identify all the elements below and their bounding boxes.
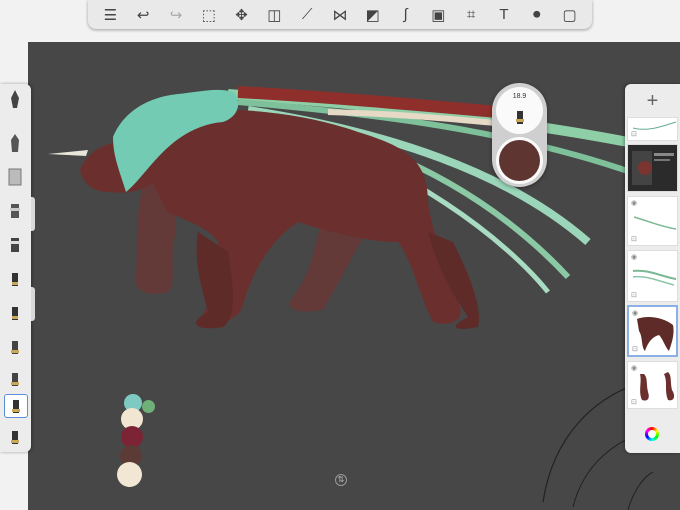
brush-smudge-icon[interactable] — [4, 426, 26, 448]
fill-icon[interactable]: ◫ — [263, 4, 285, 26]
lock-icon[interactable]: ⊡ — [632, 345, 638, 353]
text-icon[interactable]: T — [493, 4, 515, 26]
brush-airbrush-icon[interactable] — [4, 200, 26, 222]
layer-thumb[interactable] — [627, 144, 678, 192]
symmetry-icon[interactable]: ⋈ — [329, 4, 351, 26]
transform-icon[interactable]: ✥ — [231, 4, 253, 26]
brush-palette — [0, 84, 31, 452]
brush-marker-icon[interactable] — [4, 234, 26, 256]
fullscreen-icon[interactable]: ▢ — [559, 4, 581, 26]
undo-icon[interactable]: ↩ — [132, 4, 154, 26]
record-icon[interactable]: ⏺ — [526, 4, 548, 26]
lock-icon[interactable]: ⊡ — [631, 235, 637, 243]
visibility-icon[interactable]: ◉ — [631, 199, 637, 207]
recent-color-swatch[interactable] — [117, 462, 142, 487]
lock-icon[interactable]: ⊡ — [631, 398, 637, 406]
visibility-icon[interactable]: ◉ — [632, 309, 638, 317]
image-icon[interactable]: ▣ — [427, 4, 449, 26]
brush-color-control[interactable] — [496, 137, 543, 184]
brush-watercolor-icon[interactable] — [4, 368, 26, 390]
brush-puck[interactable]: 18.9 — [492, 83, 547, 187]
brush-palette-handle[interactable] — [31, 287, 35, 321]
top-toolbar: ☰ ↩ ↪ ⬚ ✥ ◫ ⟋ ⋈ ◩ ∫ ▣ ⌗ T ⏺ ▢ — [88, 0, 592, 29]
shapes-icon[interactable]: ◩ — [362, 4, 384, 26]
lock-icon[interactable]: ⊡ — [631, 130, 637, 138]
brush-palette-handle[interactable] — [31, 197, 35, 231]
layer-thumb[interactable]: ⊡ — [627, 117, 678, 141]
redo-icon[interactable]: ↪ — [165, 4, 187, 26]
color-wheel-icon[interactable] — [645, 427, 659, 441]
brush-paint-icon[interactable] — [4, 268, 26, 290]
layer-thumb-selected[interactable]: ◉ ⊡ — [627, 305, 678, 357]
current-brush-icon — [516, 111, 524, 124]
brush-selected-icon[interactable] — [4, 394, 28, 418]
ruler-icon[interactable]: ⟋ — [296, 4, 318, 26]
brush-chalk-icon[interactable] — [4, 336, 26, 358]
layer-thumb[interactable]: ◉ ⊡ — [627, 250, 678, 302]
brush-size-control[interactable]: 18.9 — [496, 87, 543, 134]
add-layer-button[interactable]: + — [625, 87, 680, 115]
brush-eraser-icon[interactable] — [4, 166, 26, 188]
stroke-icon[interactable]: ∫ — [395, 4, 417, 26]
layer-thumb[interactable]: ◉ ⊡ — [627, 196, 678, 246]
current-color-swatch — [499, 140, 540, 181]
layer-thumb[interactable]: ◉ ⊡ — [627, 361, 678, 409]
drawing-canvas[interactable] — [28, 42, 680, 510]
recent-color-swatch[interactable] — [142, 400, 155, 413]
brush-pencil-icon[interactable] — [4, 88, 26, 110]
visibility-icon[interactable]: ◉ — [631, 364, 637, 372]
lock-icon[interactable]: ⊡ — [631, 291, 637, 299]
visibility-icon[interactable]: ◉ — [631, 253, 637, 261]
brush-size-value: 18.9 — [512, 93, 527, 100]
canvas-center-icon[interactable]: ⇅ — [335, 474, 347, 486]
brush-ink-icon[interactable] — [4, 302, 26, 324]
selection-icon[interactable]: ⬚ — [198, 4, 220, 26]
layer-panel: + ⊡ ◉ ⊡ ◉ ⊡ ◉ ⊡ ◉ ⊡ — [625, 84, 680, 453]
perspective-icon[interactable]: ⌗ — [460, 4, 482, 26]
brush-pen-icon[interactable] — [4, 132, 26, 154]
gallery-icon[interactable]: ☰ — [99, 4, 121, 26]
